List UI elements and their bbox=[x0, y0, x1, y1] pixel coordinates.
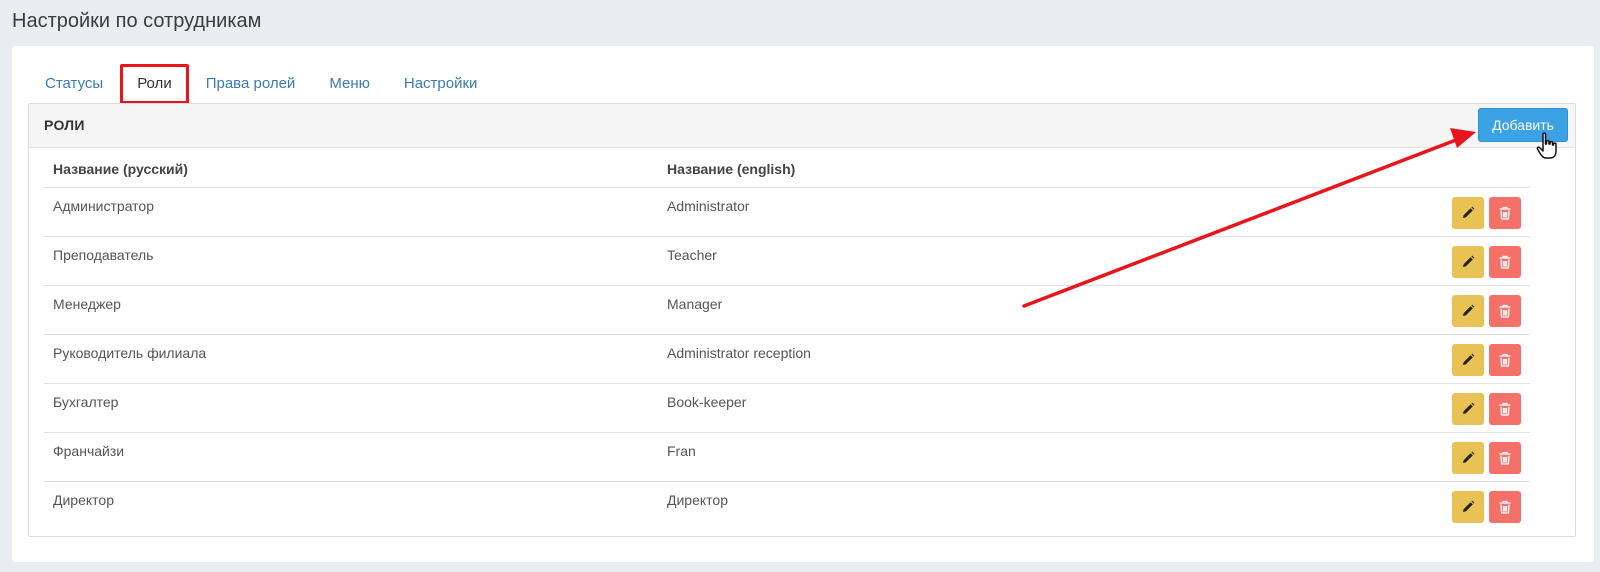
role-name-ru: Менеджер bbox=[44, 285, 658, 335]
row-actions bbox=[1225, 236, 1530, 286]
role-name-ru: Руководитель филиала bbox=[44, 334, 658, 384]
row-actions bbox=[1225, 383, 1530, 433]
role-name-en: Директор bbox=[667, 492, 728, 508]
row-actions bbox=[1225, 187, 1530, 237]
tab-bar: Статусы Роли Права ролей Меню Настройки bbox=[28, 64, 494, 104]
trash-icon bbox=[1499, 304, 1511, 318]
edit-button[interactable] bbox=[1452, 491, 1484, 523]
table-row: Директор Директор bbox=[44, 482, 1530, 531]
role-name-en: Teacher bbox=[658, 236, 1226, 286]
delete-button[interactable] bbox=[1489, 295, 1521, 327]
row-actions bbox=[1225, 334, 1530, 384]
tab-menu[interactable]: Меню bbox=[312, 64, 387, 104]
trash-icon bbox=[1499, 255, 1511, 269]
table-row: Менеджер Manager bbox=[44, 285, 1530, 335]
table-row: Руководитель филиала Administrator recep… bbox=[44, 334, 1530, 384]
trash-icon bbox=[1499, 353, 1511, 367]
pencil-icon bbox=[1463, 206, 1475, 218]
pencil-icon bbox=[1463, 500, 1475, 512]
settings-card: Статусы Роли Права ролей Меню Настройки … bbox=[12, 46, 1594, 562]
tab-statuses[interactable]: Статусы bbox=[28, 64, 120, 104]
panel-header: РОЛИ Добавить bbox=[29, 104, 1575, 159]
role-name-en: Book-keeper bbox=[658, 383, 1226, 433]
table-header-row: Название (русский) Название (english) bbox=[44, 150, 1530, 188]
table-row: Преподаватель Teacher bbox=[44, 236, 1530, 286]
edit-button[interactable] bbox=[1452, 442, 1484, 474]
column-header-ru: Название (русский) bbox=[44, 150, 658, 188]
delete-button[interactable] bbox=[1489, 246, 1521, 278]
edit-button[interactable] bbox=[1452, 246, 1484, 278]
delete-button[interactable] bbox=[1489, 442, 1521, 474]
edit-button[interactable] bbox=[1452, 197, 1484, 229]
role-name-en: Manager bbox=[658, 285, 1226, 335]
pencil-icon bbox=[1463, 255, 1475, 267]
tab-roles[interactable]: Роли bbox=[120, 64, 189, 104]
role-name-ru: Бухгалтер bbox=[44, 383, 658, 433]
table-row: Бухгалтер Book-keeper bbox=[44, 383, 1530, 433]
pencil-icon bbox=[1463, 353, 1475, 365]
delete-button[interactable] bbox=[1489, 197, 1521, 229]
delete-button[interactable] bbox=[1489, 491, 1521, 523]
row-actions bbox=[1225, 482, 1530, 531]
edit-button[interactable] bbox=[1452, 344, 1484, 376]
trash-icon bbox=[1499, 402, 1511, 416]
hand-pointer-icon bbox=[1536, 132, 1557, 159]
panel-title: РОЛИ bbox=[44, 117, 85, 133]
edit-button[interactable] bbox=[1452, 295, 1484, 327]
pencil-icon bbox=[1463, 451, 1475, 463]
row-actions bbox=[1225, 432, 1530, 482]
roles-panel: РОЛИ Добавить Название (русский) Названи… bbox=[28, 103, 1576, 537]
column-header-en: Название (english) bbox=[658, 150, 1226, 188]
role-name-en: Administrator bbox=[658, 187, 1226, 237]
edit-button[interactable] bbox=[1452, 393, 1484, 425]
page-title: Настройки по сотрудникам bbox=[12, 10, 262, 32]
row-actions bbox=[1225, 285, 1530, 335]
table-row: Франчайзи Fran bbox=[44, 432, 1530, 482]
role-name-en: Fran bbox=[658, 432, 1226, 482]
table-row: Администратор Administrator bbox=[44, 187, 1530, 237]
role-name-ru: Администратор bbox=[44, 187, 658, 237]
tab-settings[interactable]: Настройки bbox=[387, 64, 495, 104]
role-name-ru: Директор bbox=[53, 492, 114, 508]
trash-icon bbox=[1499, 451, 1511, 465]
role-name-ru: Франчайзи bbox=[44, 432, 658, 482]
trash-icon bbox=[1499, 500, 1511, 514]
trash-icon bbox=[1499, 206, 1511, 220]
column-header-actions bbox=[1225, 150, 1530, 188]
delete-button[interactable] bbox=[1489, 344, 1521, 376]
delete-button[interactable] bbox=[1489, 393, 1521, 425]
role-name-ru: Преподаватель bbox=[44, 236, 658, 286]
roles-table: Название (русский) Название (english) Ад… bbox=[44, 150, 1530, 531]
role-name-en: Administrator reception bbox=[658, 334, 1226, 384]
tab-role-permissions[interactable]: Права ролей bbox=[189, 64, 313, 104]
pencil-icon bbox=[1463, 304, 1475, 316]
pencil-icon bbox=[1463, 402, 1475, 414]
